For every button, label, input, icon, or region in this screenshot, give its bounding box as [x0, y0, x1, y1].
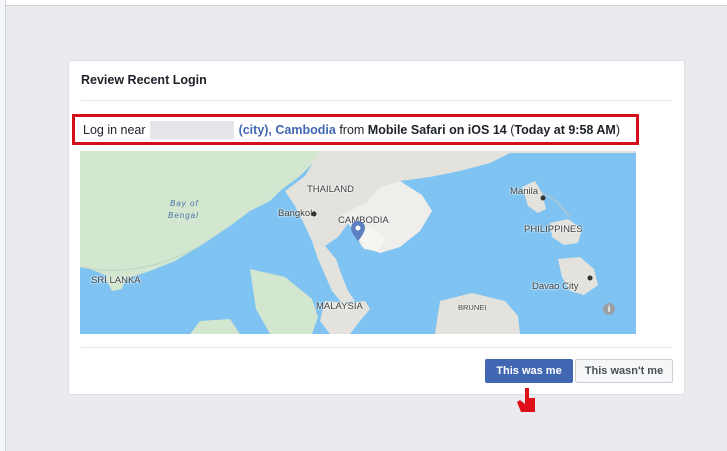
time-close-paren: ) [615, 122, 620, 137]
davao-dot-icon [587, 275, 593, 281]
map-label-thailand: THAILAND [307, 184, 354, 195]
map-label-davao: Davao City [532, 281, 579, 292]
map-label-bay-2: Bengal [168, 211, 199, 220]
actions-divider [81, 347, 672, 348]
map-label-manila: Manila [510, 186, 538, 197]
card-title: Review Recent Login [81, 73, 207, 87]
map-label-bay-1: Bay of [170, 199, 199, 208]
login-time: Today at 9:58 AM [514, 122, 616, 137]
from-text: from [339, 122, 365, 137]
hand-pointer-icon [517, 388, 535, 412]
map-info-icon[interactable]: i [603, 303, 615, 315]
login-details-highlight: Log in near (city), Cambodia from Mobile… [72, 114, 639, 145]
review-login-card: Review Recent Login Log in near (city), … [68, 60, 685, 395]
this-wasnt-me-button[interactable]: This wasn't me [575, 359, 673, 383]
redacted-city [149, 120, 234, 139]
map-label-sri-lanka: SRI LANKA [91, 275, 141, 286]
map-label-brunei: BRUNEI [458, 303, 487, 312]
city-link[interactable]: (city), [239, 123, 272, 137]
login-location-map[interactable]: Bay of Bengal THAILAND Bangkok CAMBODIA … [80, 151, 636, 334]
title-divider [81, 100, 672, 101]
login-prefix: Log in near [83, 122, 146, 137]
device-text: Mobile Safari on iOS 14 [367, 122, 507, 137]
map-pin-icon [351, 221, 365, 241]
this-was-me-button[interactable]: This was me [485, 359, 573, 383]
bangkok-dot-icon [311, 211, 317, 217]
window-top-edge [0, 0, 727, 6]
map-label-malaysia: MALAYSIA [316, 301, 363, 312]
map-label-philippines: PHILIPPINES [524, 224, 583, 235]
window-left-edge [0, 0, 6, 451]
country-link[interactable]: Cambodia [275, 123, 335, 137]
manila-dot-icon [540, 195, 546, 201]
